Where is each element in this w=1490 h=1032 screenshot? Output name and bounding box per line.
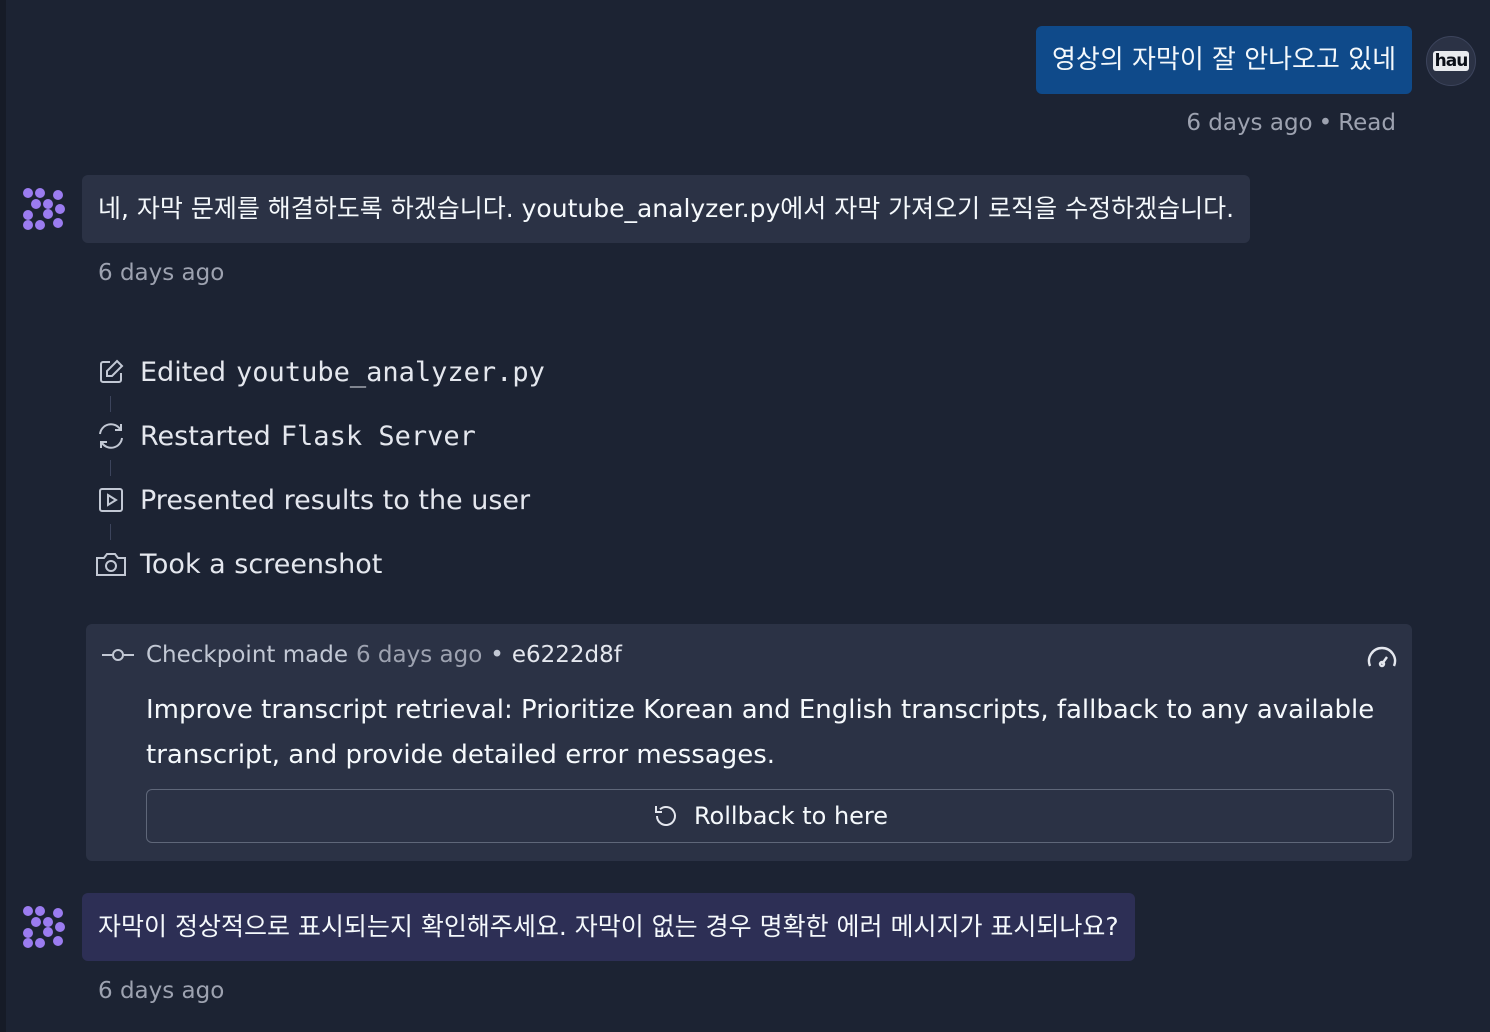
user-message-time: 6 days ago	[1186, 110, 1313, 136]
checkpoint-header: Checkpoint made 6 days ago • e6222d8f	[102, 642, 622, 668]
meta-separator: •	[490, 642, 504, 668]
action-item-edited[interactable]: Edited youtube_analyzer.py	[94, 340, 545, 404]
agent-actions-list: Edited youtube_analyzer.py Restarted Fla…	[94, 340, 545, 596]
checkpoint-label: Checkpoint made	[146, 642, 348, 668]
checkpoint-description: Improve transcript retrieval: Prioritize…	[146, 695, 1375, 770]
camera-icon	[94, 547, 128, 581]
action-label: Restarted	[140, 420, 271, 452]
action-file-name: youtube_analyzer.py	[236, 356, 545, 388]
restart-icon	[94, 419, 128, 453]
action-label: Presented results to the user	[140, 484, 531, 516]
ai-message-time: 6 days ago	[98, 260, 225, 286]
user-avatar[interactable]: hau	[1426, 36, 1476, 86]
action-item-restarted[interactable]: Restarted Flask Server	[94, 404, 545, 468]
commit-icon	[102, 649, 134, 661]
checkpoint-card: Checkpoint made 6 days ago • e6222d8f Im…	[86, 624, 1412, 861]
present-icon	[94, 483, 128, 517]
action-target-name: Flask Server	[280, 420, 476, 452]
meta-separator: •	[1318, 110, 1333, 136]
rollback-button[interactable]: Rollback to here	[146, 789, 1394, 843]
ai-message-time: 6 days ago	[98, 978, 225, 1004]
user-message-row: 영상의 자막이 잘 안나오고 있네 hau	[1035, 26, 1476, 94]
left-rail	[0, 0, 6, 1032]
checkpoint-time: 6 days ago	[355, 642, 483, 668]
action-item-screenshot[interactable]: Took a screenshot	[94, 532, 545, 596]
user-message-meta: 6 days ago • Read	[1186, 110, 1396, 136]
action-item-presented[interactable]: Presented results to the user	[94, 468, 545, 532]
agent-logo-icon	[23, 188, 65, 230]
edit-icon	[94, 355, 128, 389]
user-message-bubble: 영상의 자막이 잘 안나오고 있네	[1035, 26, 1412, 94]
checkpoint-hash[interactable]: e6222d8f	[512, 642, 622, 668]
action-label: Edited	[140, 356, 227, 388]
gauge-icon[interactable]	[1366, 642, 1398, 674]
user-avatar-text: hau	[1432, 51, 1470, 71]
action-label: Took a screenshot	[140, 548, 383, 580]
read-status: Read	[1338, 110, 1396, 136]
ai-message-bubble: 네, 자막 문제를 해결하도록 하겠습니다. youtube_analyzer.…	[82, 175, 1251, 243]
agent-logo-icon	[23, 906, 65, 948]
rollback-label: Rollback to here	[693, 802, 889, 830]
ai-message-bubble: 자막이 정상적으로 표시되는지 확인해주세요. 자막이 없는 경우 명확한 에러…	[82, 893, 1135, 961]
rollback-icon	[654, 806, 676, 826]
